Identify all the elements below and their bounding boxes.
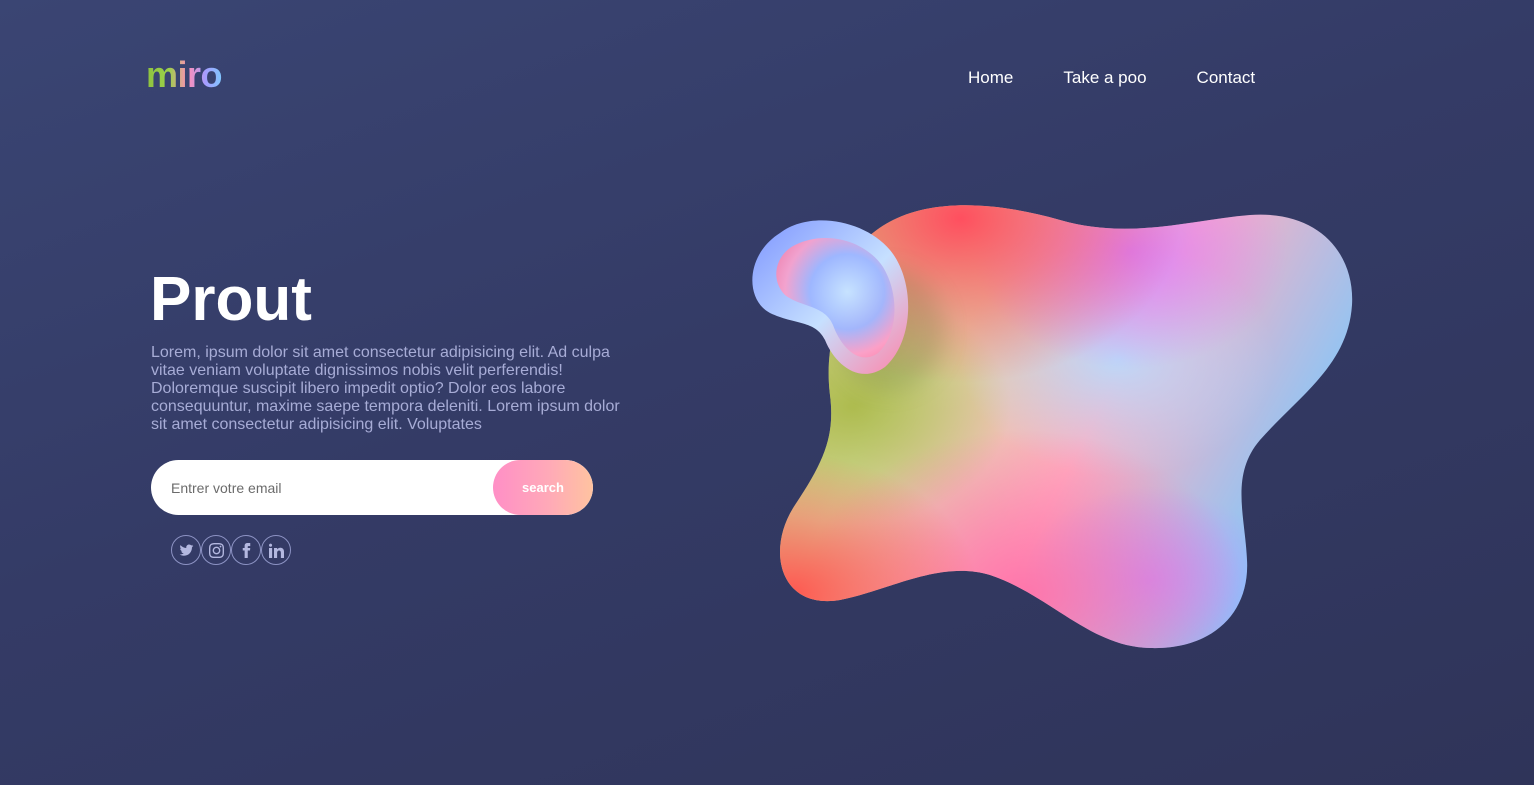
main-nav: Home Take a poo Contact — [968, 66, 1255, 90]
email-input[interactable] — [151, 460, 491, 515]
twitter-icon — [179, 544, 193, 556]
hero-title: Prout — [150, 265, 312, 334]
search-button[interactable]: search — [493, 460, 593, 515]
social-links — [171, 535, 291, 565]
instagram-link[interactable] — [201, 535, 231, 565]
linkedin-link[interactable] — [261, 535, 291, 565]
blob-graphic — [752, 205, 1353, 649]
nav-take-a-poo-link[interactable]: Take a poo — [1063, 66, 1146, 90]
facebook-link[interactable] — [231, 535, 261, 565]
miro-logo[interactable]: miro — [146, 50, 223, 100]
instagram-icon — [208, 542, 224, 558]
twitter-link[interactable] — [171, 535, 201, 565]
nav-home-link[interactable]: Home — [968, 66, 1013, 90]
hero-description: Lorem, ipsum dolor sit amet consectetur … — [151, 344, 620, 433]
gradient-blob-illustration — [740, 195, 1370, 665]
linkedin-icon — [268, 543, 284, 558]
facebook-icon — [242, 542, 250, 558]
nav-contact-link[interactable]: Contact — [1197, 66, 1256, 90]
logo-text: miro — [146, 54, 223, 95]
email-search-form: search — [151, 460, 593, 515]
